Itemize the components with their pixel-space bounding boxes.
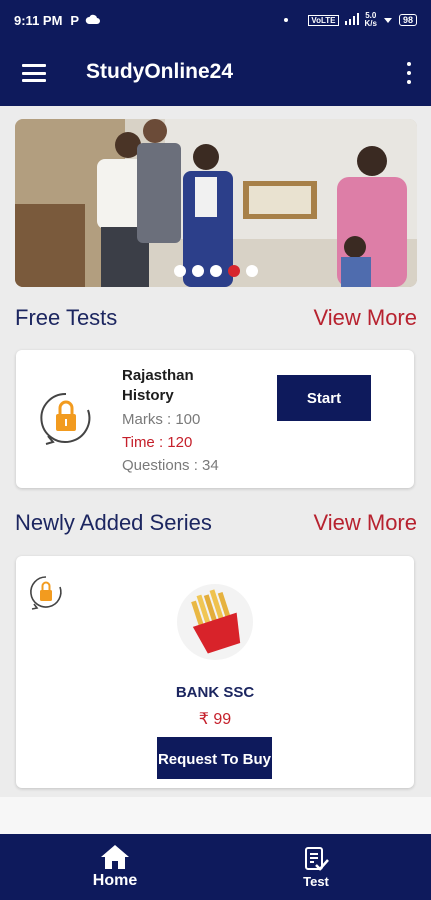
bottom-navigation: Home Test [0,834,431,900]
nav-test[interactable]: Test [286,834,346,900]
carousel-dot[interactable] [246,265,258,277]
banner-carousel[interactable] [15,119,417,287]
free-tests-title: Free Tests [15,305,118,330]
parking-icon: P [70,12,80,28]
nav-home-label: Home [92,872,138,889]
overflow-menu-icon[interactable] [405,62,413,84]
signal-icon [344,12,359,28]
test-marks: Marks : 100 [122,411,201,428]
app-bar: StudyOnline24 [0,40,431,106]
test-clipboard-icon [305,846,329,871]
series-card[interactable]: BANK SSC ₹ 99 Request To Buy [16,556,414,788]
carousel-dot[interactable] [210,265,222,277]
locked-series-icon [30,576,62,610]
free-test-card[interactable]: Rajasthan History Marks : 100 Time : 120… [16,350,414,488]
app-title: StudyOnline24 [86,60,234,83]
newly-added-view-more-link[interactable]: View More [313,510,417,536]
free-tests-header: Free Tests View More [15,305,417,331]
carousel-dot[interactable] [192,265,204,277]
notification-dot-icon [284,18,289,22]
network-speed: 5.0 K/s [365,12,377,28]
nav-home[interactable]: Home [82,834,148,900]
newly-added-title: Newly Added Series [15,510,212,535]
status-time: 9:11 PM [14,12,63,28]
battery-icon: 98 [398,14,417,26]
test-questions: Questions : 34 [122,457,219,474]
series-name: BANK SSC [175,684,255,701]
home-icon [101,845,129,869]
nav-test-label: Test [303,873,329,889]
cloud-icon [85,13,101,28]
test-time: Time : 120 [122,434,193,451]
status-icons: VoLTE 5.0 K/s 98 [284,12,417,28]
status-bar: 9:11 PM P VoLTE 5.0 K/s 98 [0,0,431,40]
newly-added-header: Newly Added Series View More [15,510,417,536]
carousel-dot-active[interactable] [228,265,240,277]
hamburger-menu-icon[interactable] [22,64,46,82]
series-thumbnail-fries [177,584,253,660]
carousel-indicator [15,265,417,277]
wifi-icon [383,14,393,27]
banner-photo [15,119,417,287]
locked-test-icon [40,392,91,445]
network-speed-unit: K/s [364,19,377,28]
request-to-buy-button[interactable]: Request To Buy [157,737,272,779]
volte-label: VoLTE [308,14,339,26]
free-tests-view-more-link[interactable]: View More [313,305,417,331]
test-title: Rajasthan History [122,367,194,404]
scroll-spacer [0,797,431,834]
carousel-dot[interactable] [174,265,186,277]
start-test-button[interactable]: Start [277,375,371,421]
series-price: ₹ 99 [198,711,232,728]
